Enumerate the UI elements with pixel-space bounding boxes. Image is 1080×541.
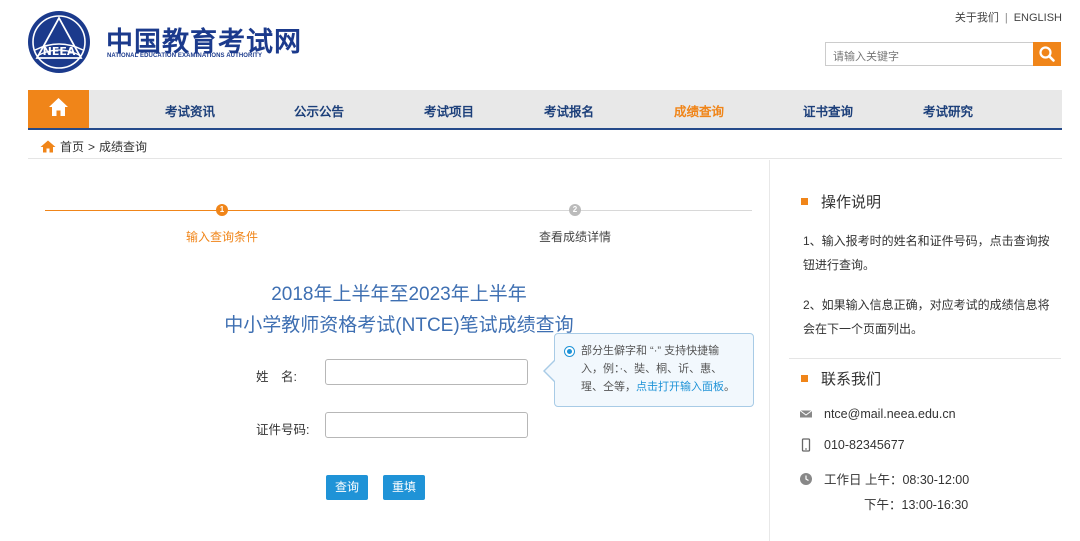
nav-item-announcements[interactable]: 公示公告 xyxy=(294,101,344,120)
nav-item-registration[interactable]: 考试报名 xyxy=(544,101,594,120)
contact-phone: 010-82345677 xyxy=(799,438,905,452)
nav-item-exam-news[interactable]: 考试资讯 xyxy=(165,101,215,120)
logo-emblem-text: NEEA xyxy=(43,45,76,58)
nav-item-score-query[interactable]: 成绩查询 xyxy=(674,101,724,120)
contact-heading: 联系我们 xyxy=(801,368,881,389)
tooltip-line-3: 瑆、仝等，点击打开输入面板。 xyxy=(581,378,745,396)
heading-square-icon xyxy=(801,198,808,205)
home-icon xyxy=(49,98,68,116)
breadcrumb: 首页 > 成绩查询 xyxy=(40,138,147,155)
search-input[interactable]: 请输入关键字 xyxy=(825,42,1034,66)
contact-hours-line-1: 工作日 上午：08:30-12:00 xyxy=(824,473,970,487)
id-number-input[interactable] xyxy=(325,412,528,438)
neea-logo-icon[interactable]: NEEA xyxy=(27,10,91,74)
tooltip-line-3-suffix: 。 xyxy=(724,381,735,393)
mail-icon xyxy=(799,410,813,418)
nav-item-exam-research[interactable]: 考试研究 xyxy=(923,101,973,120)
contact-email-text[interactable]: ntce@mail.neea.edu.cn xyxy=(824,407,956,421)
top-links: 关于我们 | ENGLISH xyxy=(955,9,1062,25)
sidebar-divider xyxy=(769,160,770,541)
name-label: 姓 名: xyxy=(256,370,297,384)
tooltip-arrow-fill xyxy=(545,361,555,381)
nav-home-button[interactable] xyxy=(28,90,89,128)
nav-item-certificate-query[interactable]: 证书查询 xyxy=(803,101,853,120)
step-1-label: 输入查询条件 xyxy=(186,230,259,244)
top-links-separator: | xyxy=(1004,12,1008,24)
step-2-label: 查看成绩详情 xyxy=(539,230,612,244)
instruction-2: 2、如果输入信息正确，对应考试的成绩信息将会在下一个页面列出。 xyxy=(803,298,1050,336)
tooltip-radio-icon xyxy=(564,346,575,357)
page-title-line-1: 2018年上半年至2023年上半年 xyxy=(271,284,527,305)
heading-square-icon xyxy=(801,375,808,382)
name-input[interactable] xyxy=(325,359,528,385)
english-link[interactable]: ENGLISH xyxy=(1014,12,1062,24)
tooltip-line-3-prefix: 瑆、仝等， xyxy=(581,381,636,393)
query-button[interactable]: 查询 xyxy=(326,475,368,500)
id-number-label: 证件号码: xyxy=(256,423,310,437)
instruction-1: 1、输入报考时的姓名和证件号码，点击查询按钮进行查询。 xyxy=(803,234,1050,272)
breadcrumb-current: 成绩查询 xyxy=(99,140,148,154)
contact-email: ntce@mail.neea.edu.cn xyxy=(799,407,956,421)
contact-hours-line-2: 下午：13:00-16:30 xyxy=(864,498,969,512)
home-icon xyxy=(40,140,56,153)
breadcrumb-separator: > xyxy=(88,139,96,154)
instructions-title: 操作说明 xyxy=(821,194,882,211)
step-1-dot: 1 xyxy=(216,204,228,216)
step-2-dot: 2 xyxy=(569,204,581,216)
contact-hours: 工作日 上午：08:30-12:00 xyxy=(799,469,969,488)
contact-phone-text: 010-82345677 xyxy=(824,438,905,452)
main-nav: 考试资讯 公示公告 考试项目 考试报名 成绩查询 证书查询 考试研究 xyxy=(28,90,1062,130)
open-input-panel-link[interactable]: 点击打开输入面板 xyxy=(636,381,724,393)
phone-icon xyxy=(801,438,811,452)
site-header: NEEA 中国教育考试网 NATIONAL EDUCATION EXAMINAT… xyxy=(0,0,1080,90)
logo-title-en: NATIONAL EDUCATION EXAMINATIONS AUTHORIT… xyxy=(107,53,263,59)
about-us-link[interactable]: 关于我们 xyxy=(955,9,999,25)
instructions-heading: 操作说明 xyxy=(801,191,881,212)
breadcrumb-divider xyxy=(28,158,1062,159)
search-icon xyxy=(1039,46,1055,62)
tooltip-line-2: 入，例：·、奘、桐、䜣、惠、 xyxy=(581,363,723,375)
nav-item-exam-projects[interactable]: 考试项目 xyxy=(424,101,474,120)
clock-icon xyxy=(800,472,812,485)
breadcrumb-home-link[interactable]: 首页 xyxy=(60,138,84,155)
contact-title: 联系我们 xyxy=(821,371,882,388)
reset-button[interactable]: 重填 xyxy=(383,475,425,500)
tooltip-line-1: 部分生僻字和 “·” 支持快捷输 xyxy=(581,345,720,357)
rare-char-tooltip: 部分生僻字和 “·” 支持快捷输 入，例：·、奘、桐、䜣、惠、 瑆、仝等，点击打… xyxy=(554,333,754,407)
search-button[interactable] xyxy=(1033,42,1061,66)
sidebar-section-divider xyxy=(789,358,1061,359)
